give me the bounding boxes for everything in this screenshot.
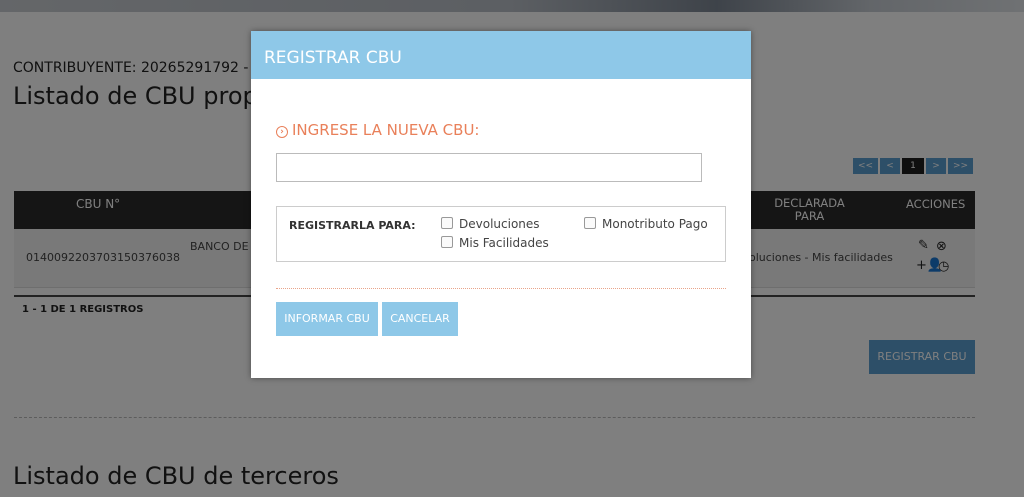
new-cbu-input[interactable] xyxy=(276,153,702,182)
checkbox-label: Monotributo Pago xyxy=(602,217,708,231)
checkbox-icon[interactable] xyxy=(441,217,453,229)
checkbox-icon[interactable] xyxy=(441,236,453,248)
modal-divider xyxy=(276,288,726,289)
checkbox-icon[interactable] xyxy=(584,217,596,229)
checkbox-label: Mis Facilidades xyxy=(459,236,549,250)
checkbox-mis-facilidades[interactable]: Mis Facilidades xyxy=(441,236,549,250)
modal-subtitle: › INGRESE LA NUEVA CBU: xyxy=(276,121,479,139)
cancel-button[interactable]: CANCELAR xyxy=(382,302,458,336)
modal-title: REGISTRAR CBU xyxy=(251,31,751,79)
checkbox-label: Devoluciones xyxy=(459,217,540,231)
register-cbu-modal: REGISTRAR CBU › INGRESE LA NUEVA CBU: REG… xyxy=(251,31,751,378)
checkbox-devoluciones[interactable]: Devoluciones xyxy=(441,217,540,231)
register-for-group: REGISTRARLA PARA: Devoluciones Monotribu… xyxy=(276,206,726,262)
chevron-right-circle-icon: › xyxy=(276,126,288,138)
register-for-label: REGISTRARLA PARA: xyxy=(289,219,416,232)
informar-cbu-button[interactable]: INFORMAR CBU xyxy=(276,302,378,336)
checkbox-monotributo-pago[interactable]: Monotributo Pago xyxy=(584,217,708,231)
subtitle-text: INGRESE LA NUEVA CBU: xyxy=(292,121,480,139)
